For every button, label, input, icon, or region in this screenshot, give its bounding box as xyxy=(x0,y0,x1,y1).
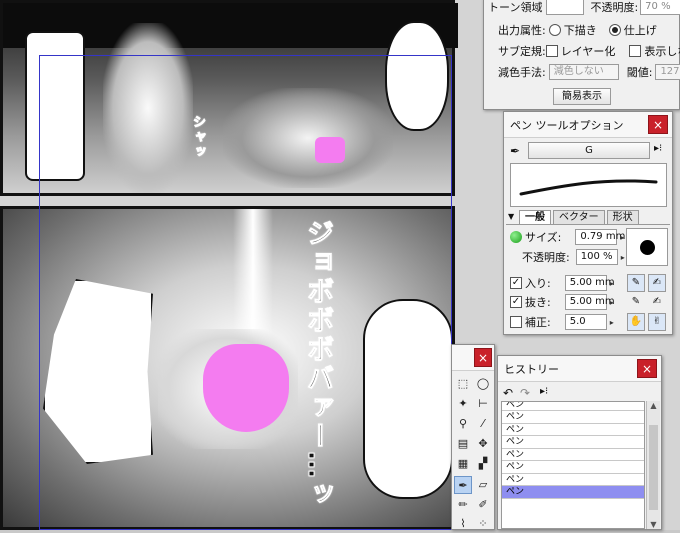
exit-checkbox[interactable]: ✓ xyxy=(510,296,522,308)
history-menu-icon[interactable]: ▸⁝ xyxy=(540,386,548,397)
magic-wand-icon[interactable]: ✦ xyxy=(454,395,472,413)
pen-icon[interactable]: ✒ xyxy=(454,476,472,494)
hide-checkbox-label: 表示しない xyxy=(644,45,680,58)
correction-label: 補正: xyxy=(525,316,551,329)
pen-option-tabs: 一般 ベクター 形状 xyxy=(519,210,639,224)
entry-speed-icon[interactable]: ✍ xyxy=(648,274,666,292)
entry-field[interactable]: 5.00 mm xyxy=(564,275,615,291)
tone-icon[interactable]: ▤ xyxy=(454,435,472,453)
layer-checkbox[interactable] xyxy=(545,45,558,57)
radio-final-label: 仕上げ xyxy=(623,24,657,37)
history-list: ペン ペン ペン ペン ペン ペン ペン ペン xyxy=(501,401,645,529)
threshold-label: 閾値: xyxy=(626,66,653,79)
collapse-triangle-icon[interactable]: ▼ xyxy=(508,212,514,221)
tone-opacity-field[interactable]: 70 % xyxy=(640,0,680,15)
toolbox-close-button[interactable]: × xyxy=(474,348,492,367)
brush-size-preview xyxy=(626,228,668,266)
stroke-preview xyxy=(510,163,667,207)
color-reduce-select[interactable]: 減色しない xyxy=(548,64,619,80)
pen-preset-button[interactable]: G xyxy=(528,142,650,159)
size-label: サイズ: xyxy=(525,231,562,244)
history-item[interactable]: ペン xyxy=(502,411,644,424)
correction-checkbox[interactable] xyxy=(510,316,522,328)
undo-icon[interactable]: ↶ xyxy=(503,386,513,400)
history-item[interactable]: ペン xyxy=(502,436,644,449)
airbrush-icon[interactable]: ⁘ xyxy=(474,515,492,533)
preset-menu-icon[interactable]: ▸⁝ xyxy=(654,143,662,154)
color-reduce-label: 減色手法: xyxy=(498,66,546,79)
marker-icon[interactable]: ⌇ xyxy=(454,515,472,533)
correction-mode-icon[interactable]: ✋ xyxy=(627,313,645,331)
eraser-icon[interactable]: ▱ xyxy=(474,476,492,494)
move-icon[interactable]: ✥ xyxy=(474,435,492,453)
grid-icon[interactable]: ▦ xyxy=(454,455,472,473)
exit-spin-icon[interactable]: ▸ xyxy=(607,298,617,307)
scroll-down-icon[interactable]: ▼ xyxy=(647,520,660,529)
correction-speed-icon[interactable]: ✌ xyxy=(648,313,666,331)
tone-opacity-label: 不透明度: xyxy=(590,1,639,14)
size-field[interactable]: 0.79 mm xyxy=(575,229,625,245)
radio-draft[interactable] xyxy=(548,24,561,36)
tone-settings-panel: トーン領域 不透明度: 70 % 出力属性: 下描き 仕上げ サブ定規: レイヤ… xyxy=(483,0,680,110)
pen-options-titlebar[interactable]: ペン ツールオプション xyxy=(504,112,672,138)
redo-icon[interactable]: ↷ xyxy=(520,386,530,400)
history-item[interactable]: ペン xyxy=(502,461,644,474)
entry-pressure-icon[interactable]: ✎ xyxy=(627,274,645,292)
scroll-thumb[interactable] xyxy=(649,425,658,510)
exit-field[interactable]: 5.00 mm xyxy=(564,294,615,310)
history-item[interactable]: ペン xyxy=(502,402,644,411)
history-scrollbar[interactable]: ▲ ▼ xyxy=(646,401,660,529)
ruler-icon[interactable]: ⊢ xyxy=(474,395,492,413)
sub-ruler-label: サブ定規: xyxy=(498,45,546,58)
output-attr-label: 出力属性: xyxy=(498,24,546,37)
entry-spin-icon[interactable]: ▸ xyxy=(607,279,617,288)
correction-field[interactable]: 5.0 xyxy=(564,314,607,330)
radio-draft-label: 下描き xyxy=(563,24,597,37)
pen-options-title: ペン ツールオプション xyxy=(510,118,624,132)
history-item[interactable]: ペン xyxy=(502,473,644,486)
entry-checkbox[interactable]: ✓ xyxy=(510,277,522,289)
entry-label: 入り: xyxy=(525,277,551,290)
exit-pressure-icon[interactable]: ✎ xyxy=(627,294,645,312)
layer-checkbox-label: レイヤー化 xyxy=(560,45,616,58)
hide-checkbox[interactable] xyxy=(629,45,642,57)
brush-dot xyxy=(640,240,655,255)
pen-nib-icon: ✒ xyxy=(510,144,521,158)
correction-spin-icon[interactable]: ▸ xyxy=(607,318,617,327)
opacity-label: 不透明度: xyxy=(522,251,570,264)
gradient-icon[interactable]: ▞ xyxy=(474,455,492,473)
tab-vector[interactable]: ベクター xyxy=(553,210,605,224)
radio-final[interactable] xyxy=(608,24,621,36)
pencil-icon[interactable]: ✐ xyxy=(474,496,492,514)
tab-shape[interactable]: 形状 xyxy=(606,210,639,224)
tone-area-field[interactable] xyxy=(546,0,585,15)
history-item-selected[interactable]: ペン xyxy=(502,486,644,499)
opacity-field[interactable]: 100 % xyxy=(575,249,618,265)
stamp-icon[interactable]: ⚲ xyxy=(454,415,472,433)
eyedropper-icon[interactable]: ⁄ xyxy=(474,415,492,433)
history-window: ヒストリー × ↶ ↷ ▸⁝ ペン ペン ペン ペン ペン ペン ペン ペン ▲… xyxy=(497,355,662,530)
lasso-icon[interactable]: ◯ xyxy=(474,375,492,393)
tone-area-label: トーン領域 xyxy=(488,1,543,14)
pen-tool-options-window: ペン ツールオプション × ✒ G ▸⁝ ▼ 一般 ベクター 形状 サイズ: 0… xyxy=(503,111,673,335)
frame-guide xyxy=(39,55,452,530)
tab-general[interactable]: 一般 xyxy=(519,210,551,224)
history-close-button[interactable]: × xyxy=(637,359,657,378)
threshold-field[interactable]: 127 xyxy=(655,64,680,80)
simple-view-button[interactable]: 簡易表示 xyxy=(553,88,611,105)
marquee-rect-icon[interactable]: ⬚ xyxy=(454,375,472,393)
history-item[interactable]: ペン xyxy=(502,423,644,436)
exit-speed-icon[interactable]: ✍ xyxy=(648,294,666,312)
pen-options-close-button[interactable]: × xyxy=(648,115,668,134)
history-item[interactable]: ペン xyxy=(502,448,644,461)
brush-icon[interactable]: ✏ xyxy=(454,496,472,514)
history-title: ヒストリー xyxy=(504,362,559,376)
toolbox-window: × ⬚ ◯ ✦ ⊢ ⚲ ⁄ ▤ ✥ ▦ ▞ ✒ ▱ ✏ ✐ ⌇ ⁘ xyxy=(451,344,495,530)
size-status-icon xyxy=(510,231,522,243)
scroll-up-icon[interactable]: ▲ xyxy=(647,401,660,410)
exit-label: 抜き: xyxy=(525,296,551,309)
